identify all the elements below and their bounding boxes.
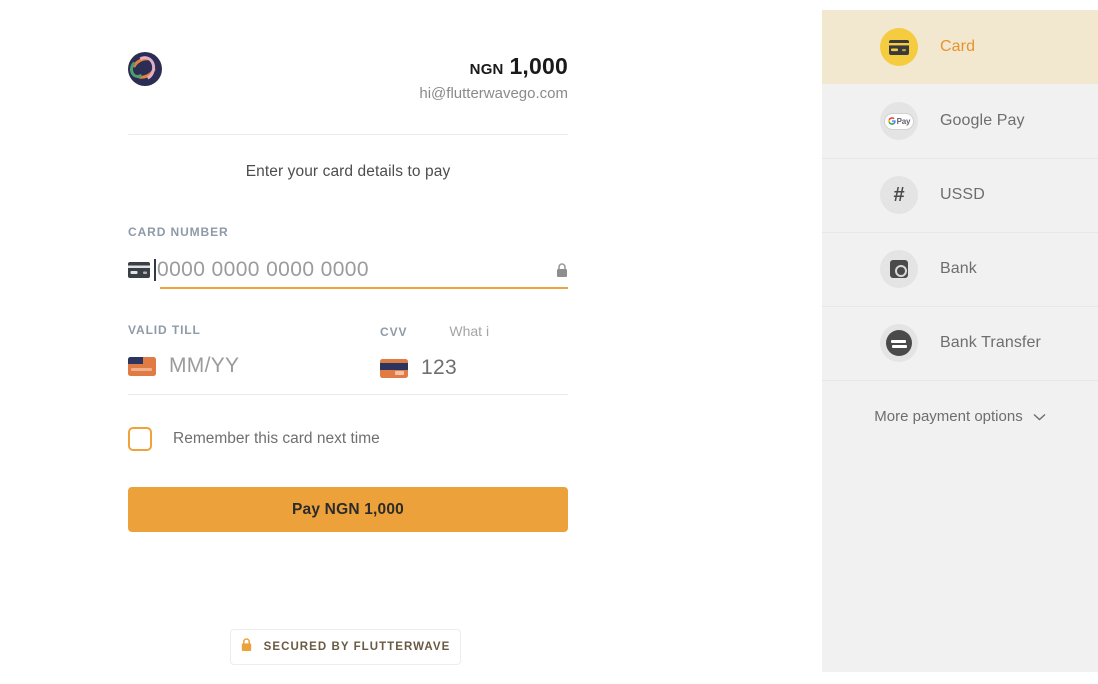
pay-button[interactable]: Pay NGN 1,000 [128,487,568,532]
cvv-field: CVV What i 123 [380,323,568,383]
sidebar-item-label: Card [940,38,976,55]
card-number-field: CARD NUMBER 0000 0000 0000 0000 [128,225,568,289]
text-caret [154,259,156,281]
amount-value: 1,000 [509,53,568,79]
sidebar-item-card[interactable]: Card [822,10,1098,84]
expiry-cvv-underline [128,394,568,395]
sidebar-item-bank[interactable]: Bank [822,232,1098,306]
merchant-email: hi@flutterwavego.com [419,85,568,103]
remember-card-row[interactable]: Remember this card next time [128,427,568,451]
google-pay-icon: Pay [880,102,918,140]
sidebar-item-label: Bank [940,260,977,277]
chevron-down-icon [1033,413,1046,421]
sidebar-item-google-pay[interactable]: Pay Google Pay [822,84,1098,158]
valid-till-field: VALID TILL MM/YY [128,323,380,383]
card-front-icon [128,356,156,376]
expiry-cvv-row: VALID TILL MM/YY CVV What i 123 [128,323,568,383]
amount-block: NGN 1,000 hi@flutterwavego.com [419,52,568,104]
more-payment-options-label: More payment options [874,408,1023,425]
card-number-label: CARD NUMBER [128,225,229,239]
currency-code: NGN [469,61,504,78]
sidebar-item-label: USSD [940,186,985,203]
secured-badge-text: SECURED BY FLUTTERWAVE [263,641,451,653]
lock-icon [556,262,568,278]
credit-card-icon [880,28,918,66]
checkout-page: NGN 1,000 hi@flutterwavego.com Enter you… [0,0,1098,684]
remember-card-checkbox[interactable] [128,427,152,451]
flutterwave-merchant-logo [128,52,162,86]
sidebar-item-bank-transfer[interactable]: Bank Transfer [822,306,1098,380]
padlock-icon [241,637,252,657]
valid-till-input[interactable]: MM/YY [128,351,380,381]
safe-vault-icon [880,250,918,288]
card-number-placeholder: 0000 0000 0000 0000 [157,258,369,281]
card-back-icon [380,358,408,378]
cvv-label: CVV [380,325,408,339]
payment-methods-sidebar: Card Pay Google Pay # USSD Bank Bank Tra… [822,10,1098,672]
sidebar-item-label: Google Pay [940,112,1025,129]
transfer-arrows-icon [880,324,918,362]
remember-card-label: Remember this card next time [173,430,380,447]
card-number-underline [160,287,568,289]
card-number-input[interactable]: 0000 0000 0000 0000 [128,253,568,287]
valid-till-placeholder: MM/YY [169,354,240,377]
sidebar-item-label: Bank Transfer [940,334,1041,351]
header-divider [128,134,568,135]
more-payment-options-button[interactable]: More payment options [822,380,1098,425]
credit-card-icon [128,262,154,278]
valid-till-label: VALID TILL [128,323,201,337]
cvv-input[interactable]: 123 [380,353,568,383]
checkout-form: NGN 1,000 hi@flutterwavego.com Enter you… [128,0,568,532]
secured-by-flutterwave-badge: SECURED BY FLUTTERWAVE [230,629,461,665]
checkout-header: NGN 1,000 hi@flutterwavego.com [128,0,568,104]
cvv-help-link[interactable]: What i [449,323,501,339]
cvv-placeholder: 123 [421,356,457,379]
sidebar-item-ussd[interactable]: # USSD [822,158,1098,232]
instruction-text: Enter your card details to pay [245,163,451,180]
hash-icon: # [880,176,918,214]
